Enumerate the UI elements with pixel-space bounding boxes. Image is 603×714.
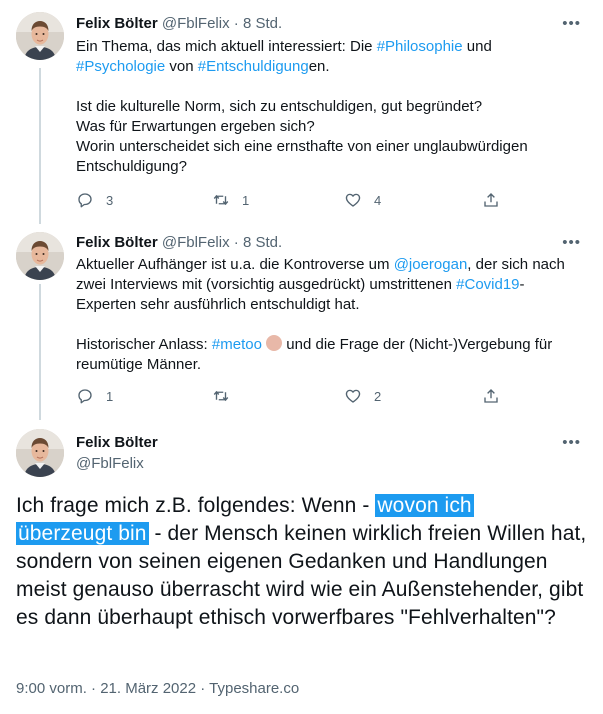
text-line: Ist die kulturelle Norm, sich zu entschu… xyxy=(76,98,483,115)
tweet-text: Ein Thema, das mich aktuell interessiert… xyxy=(76,37,576,177)
more-icon[interactable]: ••• xyxy=(562,433,581,453)
separator-dot: · xyxy=(233,234,239,251)
selected-text[interactable]: wovon ich xyxy=(375,494,474,517)
like-button[interactable]: 2 xyxy=(344,387,381,405)
text-segment: Aktueller Aufhänger ist u.a. die Kontrov… xyxy=(76,256,394,273)
selected-text[interactable]: überzeugt bin xyxy=(16,522,149,545)
reply-button[interactable]: 1 xyxy=(76,387,113,405)
text-segment: Ein Thema, das mich aktuell interessiert… xyxy=(76,38,377,55)
text-segment: und die Frage der (Nicht-)Vergebung für xyxy=(282,336,553,353)
retweet-button[interactable] xyxy=(212,387,242,405)
text-line: Experten sehr ausführlich entschuldigt h… xyxy=(76,296,360,313)
tweet-timestamp[interactable]: 9:00 vorm. · 21. März 2022 · Typeshare.c… xyxy=(16,679,299,699)
author-name[interactable]: Felix Bölter xyxy=(76,15,158,32)
retweet-count: 1 xyxy=(242,192,250,208)
author-handle[interactable]: @FblFelix xyxy=(162,15,230,32)
reply-button[interactable]: 3 xyxy=(76,191,113,209)
like-button[interactable]: 4 xyxy=(344,191,381,209)
tweet-header: Felix Bölter @FblFelix · 8 Std. xyxy=(76,233,282,253)
like-count: 4 xyxy=(374,192,382,208)
retweet-icon xyxy=(212,191,230,209)
text-segment: en. xyxy=(308,58,330,75)
tweet-time[interactable]: 8 Std. xyxy=(243,234,282,251)
tweet-actions: 3 1 4 xyxy=(76,191,506,211)
avatar[interactable] xyxy=(16,12,64,60)
text-line: Entschuldigung? xyxy=(76,158,187,175)
reply-count: 1 xyxy=(106,388,114,404)
tweet[interactable]: Felix Bölter @FblFelix · 8 Std. ••• Ein … xyxy=(0,0,603,224)
mention-link[interactable]: @joerogan xyxy=(394,256,468,273)
text-segment: zwei Interviews mit (vorsichtig ausgedrü… xyxy=(76,276,457,293)
tweet-time[interactable]: 8 Std. xyxy=(243,15,282,32)
hashtag-link[interactable]: #Psychologie xyxy=(76,58,165,75)
tweet[interactable]: Felix Bölter @FblFelix · 8 Std. ••• Aktu… xyxy=(0,224,603,420)
hashtag-link[interactable]: #Entschuldigung xyxy=(198,58,309,75)
avatar[interactable] xyxy=(16,429,64,477)
tweet-header: Felix Bölter @FblFelix · 8 Std. xyxy=(76,14,282,34)
text-segment: von xyxy=(165,58,198,75)
raised-hand-emoji-icon xyxy=(266,335,283,351)
text-segment: , der sich nach xyxy=(467,256,565,273)
retweet-button[interactable]: 1 xyxy=(212,191,249,209)
reply-icon xyxy=(76,191,94,209)
tweet-text: Aktueller Aufhänger ist u.a. die Kontrov… xyxy=(76,255,576,375)
hashtag-link[interactable]: #Covid19 xyxy=(456,276,519,293)
text-segment: Ich frage mich z.B. folgendes: Wenn - xyxy=(16,494,376,517)
author-handle[interactable]: @FblFelix xyxy=(162,234,230,251)
heart-icon xyxy=(344,387,362,405)
share-button[interactable] xyxy=(482,387,500,405)
text-line: Was für Erwartungen ergeben sich? xyxy=(76,118,315,135)
hashtag-link[interactable]: #metoo xyxy=(212,336,262,353)
share-icon xyxy=(482,387,500,405)
text-segment: - xyxy=(519,276,525,293)
hashtag-link[interactable]: #Philosophie xyxy=(377,38,463,55)
reply-count: 3 xyxy=(106,192,114,208)
reply-icon xyxy=(76,387,94,405)
text-segment: Historischer Anlass: xyxy=(76,336,212,353)
more-icon[interactable]: ••• xyxy=(562,233,581,253)
text-segment: und xyxy=(462,38,492,55)
more-icon[interactable]: ••• xyxy=(562,14,581,34)
text-line: reumütige Männer. xyxy=(76,356,202,373)
retweet-icon xyxy=(212,387,230,405)
separator-dot: · xyxy=(233,15,239,32)
author-name[interactable]: Felix Bölter xyxy=(76,234,158,251)
author-handle[interactable]: @FblFelix xyxy=(76,454,144,474)
text-line: Worin unterscheidet sich eine ernsthafte… xyxy=(76,138,528,155)
like-count: 2 xyxy=(374,388,382,404)
avatar[interactable] xyxy=(16,232,64,280)
focus-tweet-text: Ich frage mich z.B. folgendes: Wenn - wo… xyxy=(16,492,591,632)
share-icon xyxy=(482,191,500,209)
heart-icon xyxy=(344,191,362,209)
tweet-actions: 1 2 xyxy=(76,387,506,407)
author-name[interactable]: Felix Bölter xyxy=(76,433,158,453)
share-button[interactable] xyxy=(482,191,500,209)
